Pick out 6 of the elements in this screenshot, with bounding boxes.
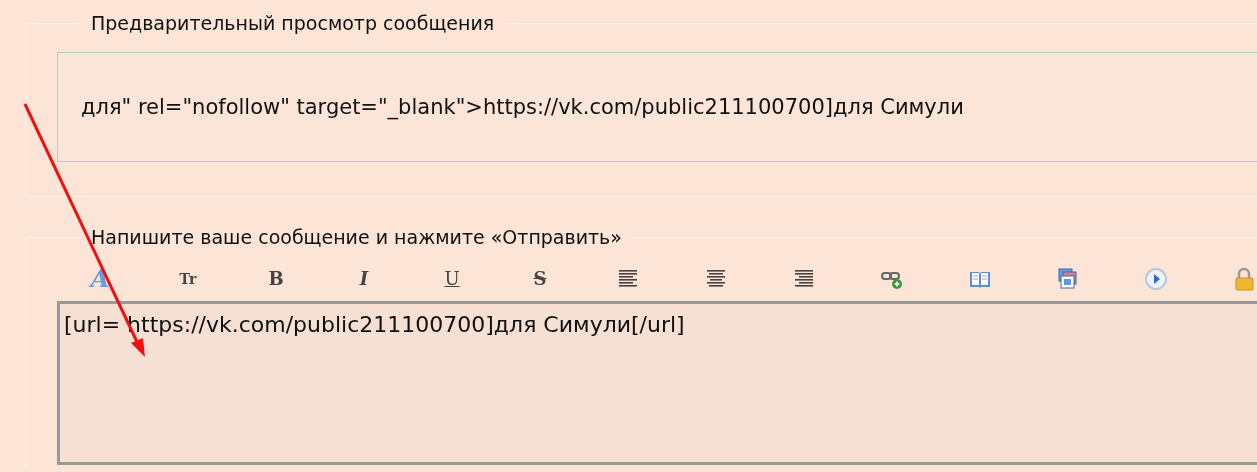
play-icon[interactable] bbox=[1144, 266, 1168, 291]
preview-text: для" rel="nofollow" target="_blank">https://vk.com/public211100700]для Симули bbox=[81, 95, 964, 119]
message-input[interactable]: [url= https://vk.com/public211100700]для Симули[/url] bbox=[57, 301, 1257, 465]
section-title: Напишите ваше сообщение и нажмите «Отправить» bbox=[90, 226, 623, 248]
section-title: Предварительный просмотр сообщения bbox=[90, 12, 496, 34]
images-icon[interactable] bbox=[1056, 266, 1080, 291]
